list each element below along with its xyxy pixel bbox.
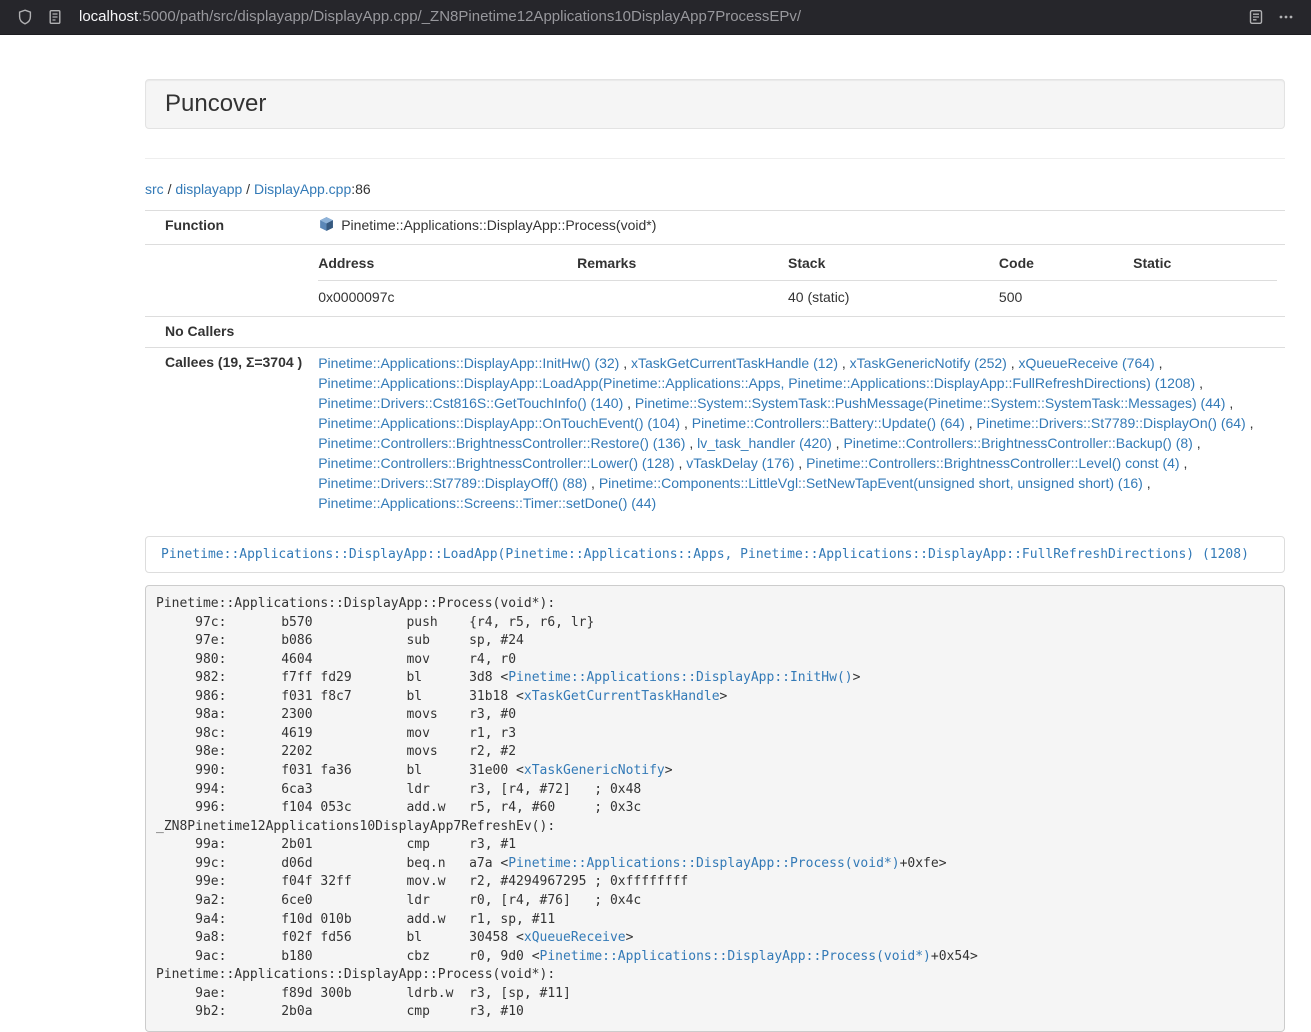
app-header-panel: Puncover (145, 79, 1285, 129)
code-symbol-link[interactable]: Pinetime::Applications::DisplayApp::Proc… (540, 949, 931, 964)
callees-label: Callees (19, Σ=3704 ) (145, 347, 310, 518)
url-path: :5000/path/src/displayapp/DisplayApp.cpp… (138, 8, 801, 25)
callee-link[interactable]: xQueueReceive (764) (1019, 355, 1155, 371)
stats-header-address: Address (318, 250, 577, 280)
callers-cell (310, 316, 1285, 347)
disassembly-block: Pinetime::Applications::DisplayApp::Proc… (145, 585, 1285, 1032)
callee-separator: , (685, 435, 697, 451)
callee-separator: , (619, 355, 631, 371)
callees-cell: Pinetime::Applications::DisplayApp::Init… (310, 347, 1285, 518)
stats-header-remarks: Remarks (577, 250, 788, 280)
callers-row: No Callers (145, 316, 1285, 347)
code-symbol-link[interactable]: xTaskGetCurrentTaskHandle (524, 689, 720, 704)
function-name-cell: Pinetime::Applications::DisplayApp::Proc… (310, 211, 1285, 245)
callee-link[interactable]: xTaskGenericNotify (252) (850, 355, 1007, 371)
breadcrumb-link-displayapp[interactable]: displayapp (175, 181, 242, 197)
breadcrumb-separator: / (168, 181, 172, 197)
top-callee-link[interactable]: Pinetime::Applications::DisplayApp::Load… (161, 547, 1249, 562)
stats-cell: Address Remarks Stack Code Static 0x0000… (310, 244, 1285, 316)
url-host: localhost (79, 8, 138, 25)
callee-link[interactable]: Pinetime::Applications::DisplayApp::Load… (318, 375, 1195, 391)
reader-mode-icon[interactable] (1248, 9, 1264, 25)
callee-separator: , (1180, 455, 1188, 471)
code-symbol-link[interactable]: xQueueReceive (524, 930, 626, 945)
browser-url-bar: localhost:5000/path/src/displayapp/Displ… (0, 0, 1311, 35)
callee-link[interactable]: Pinetime::Drivers::St7789::DisplayOff() … (318, 475, 587, 491)
callee-separator: , (965, 415, 977, 431)
callee-link[interactable]: Pinetime::Controllers::BrightnessControl… (318, 455, 674, 471)
callee-link[interactable]: Pinetime::Drivers::Cst816S::GetTouchInfo… (318, 395, 623, 411)
callee-separator: , (832, 435, 844, 451)
page-info-icon[interactable] (47, 9, 63, 25)
callee-link[interactable]: Pinetime::System::SystemTask::PushMessag… (635, 395, 1226, 411)
top-callee-panel: Pinetime::Applications::DisplayApp::Load… (145, 536, 1285, 573)
callee-link[interactable]: vTaskDelay (176) (686, 455, 794, 471)
callee-link[interactable]: Pinetime::Applications::DisplayApp::OnTo… (318, 415, 680, 431)
stats-value-stack: 40 (static) (788, 280, 999, 310)
callee-link[interactable]: Pinetime::Applications::DisplayApp::Init… (318, 355, 619, 371)
callee-separator: , (1155, 355, 1163, 371)
function-row-label: Function (145, 211, 310, 245)
callee-separator: , (1246, 415, 1254, 431)
callee-link[interactable]: Pinetime::Controllers::Battery::Update()… (692, 415, 965, 431)
breadcrumb-link-src[interactable]: src (145, 181, 164, 197)
breadcrumb-separator: / (246, 181, 250, 197)
callee-separator: , (1143, 475, 1151, 491)
callee-link[interactable]: lv_task_handler (420) (697, 435, 832, 451)
callee-separator: , (675, 455, 687, 471)
stats-header-stack: Stack (788, 250, 999, 280)
callees-row: Callees (19, Σ=3704 ) Pinetime::Applicat… (145, 347, 1285, 518)
callee-link[interactable]: Pinetime::Drivers::St7789::DisplayOn() (… (977, 415, 1246, 431)
breadcrumb-link-file[interactable]: DisplayApp.cpp (254, 181, 351, 197)
stats-value-static (1133, 280, 1277, 310)
callee-link[interactable]: Pinetime::Controllers::BrightnessControl… (318, 435, 685, 451)
callee-link[interactable]: Pinetime::Applications::Screens::Timer::… (318, 495, 656, 511)
code-symbol-link[interactable]: Pinetime::Applications::DisplayApp::Init… (508, 670, 852, 685)
stats-value-code: 500 (999, 280, 1133, 310)
tracking-protection-shield-icon[interactable] (17, 9, 33, 25)
callee-link[interactable]: Pinetime::Controllers::BrightnessControl… (843, 435, 1192, 451)
stats-header-static: Static (1133, 250, 1277, 280)
code-symbol-link[interactable]: Pinetime::Applications::DisplayApp::Proc… (508, 856, 899, 871)
symbol-table: Function Pinetime::Applications::Display… (145, 210, 1285, 518)
code-symbol-link[interactable]: xTaskGenericNotify (524, 763, 665, 778)
function-row: Function Pinetime::Applications::Display… (145, 211, 1285, 245)
url-input[interactable]: localhost:5000/path/src/displayapp/Displ… (79, 6, 1241, 27)
page-actions-menu-icon[interactable] (1278, 9, 1294, 25)
stats-value-address: 0x0000097c (318, 280, 577, 310)
callee-separator: , (1195, 375, 1203, 391)
stats-header-code: Code (999, 250, 1133, 280)
callee-link[interactable]: Pinetime::Controllers::BrightnessControl… (806, 455, 1179, 471)
symbol-stats-table: Address Remarks Stack Code Static 0x0000… (318, 250, 1277, 311)
callee-separator: , (838, 355, 850, 371)
callee-separator: , (587, 475, 599, 491)
callee-separator: , (1225, 395, 1233, 411)
callee-link[interactable]: xTaskGetCurrentTaskHandle (12) (631, 355, 838, 371)
divider (145, 158, 1285, 159)
stats-row: Address Remarks Stack Code Static 0x0000… (145, 244, 1285, 316)
callee-separator: , (1007, 355, 1019, 371)
callee-separator: , (623, 395, 635, 411)
page-content: Puncover src / displayapp / DisplayApp.c… (145, 35, 1285, 1032)
callee-link[interactable]: Pinetime::Components::LittleVgl::SetNewT… (599, 475, 1143, 491)
breadcrumb-line-number: :86 (351, 181, 370, 197)
callee-separator: , (794, 455, 806, 471)
stats-value-remarks (577, 280, 788, 310)
function-icon (318, 216, 335, 239)
breadcrumb: src / displayapp / DisplayApp.cpp:86 (145, 179, 1285, 199)
callee-separator: , (680, 415, 692, 431)
app-title: Puncover (165, 90, 266, 117)
function-name: Pinetime::Applications::DisplayApp::Proc… (341, 217, 656, 233)
stats-row-label (145, 244, 310, 316)
no-callers-label: No Callers (145, 316, 310, 347)
callee-separator: , (1193, 435, 1201, 451)
